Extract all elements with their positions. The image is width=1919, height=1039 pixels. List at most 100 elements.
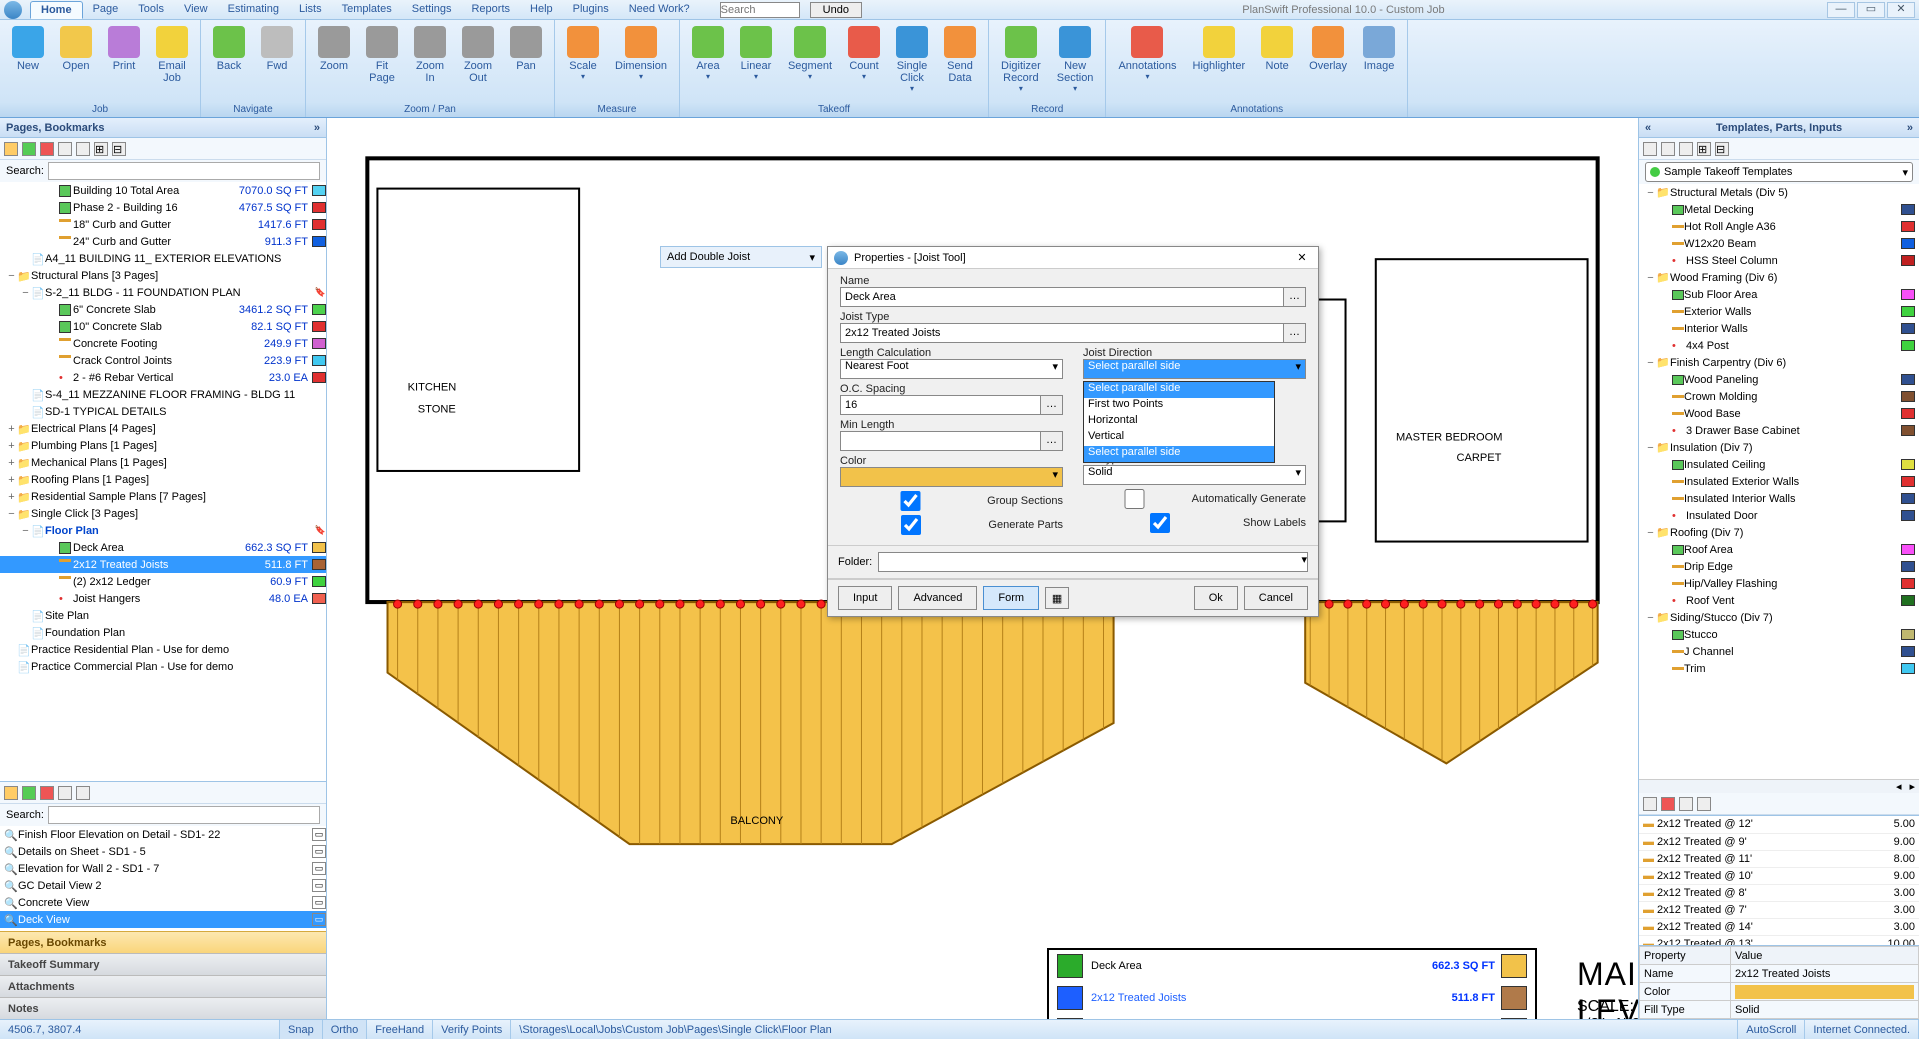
menu-tab-needwork[interactable]: Need Work? — [619, 1, 700, 19]
tree-item[interactable]: (2) 2x12 Ledger60.9 FT — [0, 573, 326, 590]
digitizerrecord-button[interactable]: DigitizerRecord▾ — [995, 24, 1047, 102]
menu-tab-view[interactable]: View — [174, 1, 218, 19]
template-item[interactable]: Drip Edge — [1639, 558, 1919, 575]
tmpl-new-icon[interactable] — [1643, 142, 1657, 156]
template-item[interactable]: −📁Wood Framing (Div 6) — [1639, 269, 1919, 286]
menu-tab-plugins[interactable]: Plugins — [563, 1, 619, 19]
dimension-button[interactable]: Dimension▾ — [609, 24, 673, 102]
tree-item[interactable]: 📄S-4_11 MEZZANINE FLOOR FRAMING - BLDG 1… — [0, 386, 326, 403]
view-copy-icon[interactable] — [58, 786, 72, 800]
zoom-button[interactable]: Zoom — [312, 24, 356, 102]
copy-icon[interactable] — [58, 142, 72, 156]
menu-tab-home[interactable]: Home — [30, 1, 83, 19]
template-item[interactable]: Insulated Interior Walls — [1639, 490, 1919, 507]
expand-icon[interactable]: ⊞ — [94, 142, 108, 156]
image-button[interactable]: Image — [1357, 24, 1401, 102]
dropdown-option[interactable]: Select parallel side — [1084, 382, 1274, 398]
name-browse-button[interactable]: … — [1284, 287, 1306, 307]
tree-item[interactable]: 📄Practice Residential Plan - Use for dem… — [0, 641, 326, 658]
ok-button[interactable]: Ok — [1194, 586, 1238, 610]
view-item[interactable]: 🔍Elevation for Wall 2 - SD1 - 7▭ — [0, 860, 326, 877]
template-item[interactable]: −📁Insulation (Div 7) — [1639, 439, 1919, 456]
open-button[interactable]: Open — [54, 24, 98, 102]
list-new-icon[interactable] — [1643, 797, 1657, 811]
menu-tab-estimating[interactable]: Estimating — [218, 1, 289, 19]
template-item[interactable]: Hip/Valley Flashing — [1639, 575, 1919, 592]
tree-item[interactable]: 18" Curb and Gutter1417.6 FT — [0, 216, 326, 233]
templates-tree[interactable]: −📁Structural Metals (Div 5)Metal Decking… — [1639, 184, 1919, 779]
template-item[interactable]: Crown Molding — [1639, 388, 1919, 405]
emailjob-button[interactable]: EmailJob — [150, 24, 194, 102]
template-item[interactable]: Exterior Walls — [1639, 303, 1919, 320]
tree-item[interactable]: Building 10 Total Area7070.0 SQ FT — [0, 182, 326, 199]
list-item[interactable]: ▬ 2x12 Treated @ 10'9.00 — [1639, 867, 1919, 884]
scroll-right-icon[interactable]: ▸ — [1905, 780, 1919, 793]
tree-item[interactable]: •Joist Hangers48.0 EA — [0, 590, 326, 607]
menu-tab-lists[interactable]: Lists — [289, 1, 332, 19]
template-root-select[interactable]: Sample Takeoff Templates▾ — [1645, 162, 1913, 182]
properties-icon[interactable] — [76, 142, 90, 156]
view-add-icon[interactable] — [22, 786, 36, 800]
toggle-view-icon[interactable]: ▦ — [1045, 587, 1069, 609]
area-button[interactable]: Area▾ — [686, 24, 730, 102]
list-item[interactable]: ▬ 2x12 Treated @ 13'10.00 — [1639, 935, 1919, 945]
template-item[interactable]: •4x4 Post — [1639, 337, 1919, 354]
new-button[interactable]: New — [6, 24, 50, 102]
menu-tab-templates[interactable]: Templates — [332, 1, 402, 19]
accordion-notes[interactable]: Notes — [0, 997, 326, 1019]
template-item[interactable]: Wood Paneling — [1639, 371, 1919, 388]
highlighter-button[interactable]: Highlighter — [1187, 24, 1252, 102]
tree-item[interactable]: 2x12 Treated Joists511.8 FT — [0, 556, 326, 573]
overlay-button[interactable]: Overlay — [1303, 24, 1353, 102]
singleclick-button[interactable]: SingleClick▾ — [890, 24, 934, 102]
dropdown-option[interactable]: First two Points — [1084, 398, 1274, 414]
template-item[interactable]: Stucco — [1639, 626, 1919, 643]
tree-item[interactable]: −📁Single Click [3 Pages] — [0, 505, 326, 522]
tree-item[interactable]: 📄Site Plan — [0, 607, 326, 624]
list-delete-icon[interactable] — [1661, 797, 1675, 811]
template-item[interactable]: −📁Roofing (Div 7) — [1639, 524, 1919, 541]
freehand-toggle[interactable]: FreeHand — [367, 1020, 433, 1039]
template-item[interactable]: −📁Finish Carpentry (Div 6) — [1639, 354, 1919, 371]
tree-item[interactable]: +📁Electrical Plans [4 Pages] — [0, 420, 326, 437]
template-item[interactable]: •Roof Vent — [1639, 592, 1919, 609]
tree-item[interactable]: 📄A4_11 BUILDING 11_ EXTERIOR ELEVATIONS — [0, 250, 326, 267]
list-copy-icon[interactable] — [1679, 797, 1693, 811]
template-item[interactable]: −📁Structural Metals (Div 5) — [1639, 184, 1919, 201]
tmpl-props-icon[interactable] — [1661, 142, 1675, 156]
zoomout-button[interactable]: ZoomOut — [456, 24, 500, 102]
tree-item[interactable]: 📄SD-1 TYPICAL DETAILS — [0, 403, 326, 420]
template-item[interactable]: Hot Roll Angle A36 — [1639, 218, 1919, 235]
template-item[interactable]: Metal Decking — [1639, 201, 1919, 218]
property-row[interactable]: Name2x12 Treated Joists — [1640, 965, 1919, 983]
template-item[interactable]: •Insulated Door — [1639, 507, 1919, 524]
template-item[interactable]: Wood Base — [1639, 405, 1919, 422]
template-item[interactable]: Insulated Ceiling — [1639, 456, 1919, 473]
view-item[interactable]: 🔍Concrete View▭ — [0, 894, 326, 911]
template-item[interactable]: J Channel — [1639, 643, 1919, 660]
generate-parts-checkbox[interactable] — [840, 515, 982, 535]
template-item[interactable]: •3 Drawer Base Cabinet — [1639, 422, 1919, 439]
template-item[interactable]: Sub Floor Area — [1639, 286, 1919, 303]
tree-item[interactable]: •2 - #6 Rebar Vertical23.0 EA — [0, 369, 326, 386]
dropdown-option[interactable]: Horizontal — [1084, 414, 1274, 430]
pan-button[interactable]: Pan — [504, 24, 548, 102]
tree-item[interactable]: Crack Control Joints223.9 FT — [0, 352, 326, 369]
view-item[interactable]: 🔍GC Detail View 2▭ — [0, 877, 326, 894]
tree-item[interactable]: +📁Residential Sample Plans [7 Pages] — [0, 488, 326, 505]
template-item[interactable]: Interior Walls — [1639, 320, 1919, 337]
template-item[interactable]: •HSS Steel Column — [1639, 252, 1919, 269]
folder-select[interactable]: ▾ — [878, 552, 1308, 572]
property-row[interactable]: Color — [1640, 983, 1919, 1001]
zoomin-button[interactable]: ZoomIn — [408, 24, 452, 102]
menu-tab-settings[interactable]: Settings — [402, 1, 462, 19]
input-tab-button[interactable]: Input — [838, 586, 892, 610]
list-item[interactable]: ▬ 2x12 Treated @ 7'3.00 — [1639, 901, 1919, 918]
auto-generate-checkbox[interactable] — [1083, 489, 1186, 509]
snap-toggle[interactable]: Snap — [280, 1020, 323, 1039]
cancel-button[interactable]: Cancel — [1244, 586, 1308, 610]
pages-search-input[interactable] — [48, 162, 320, 180]
tree-item[interactable]: −📄Floor Plan🔖 — [0, 522, 326, 539]
joist-direction-select[interactable]: Select parallel side▾ — [1083, 359, 1306, 379]
property-row[interactable]: Fill TypeSolid — [1640, 1001, 1919, 1019]
